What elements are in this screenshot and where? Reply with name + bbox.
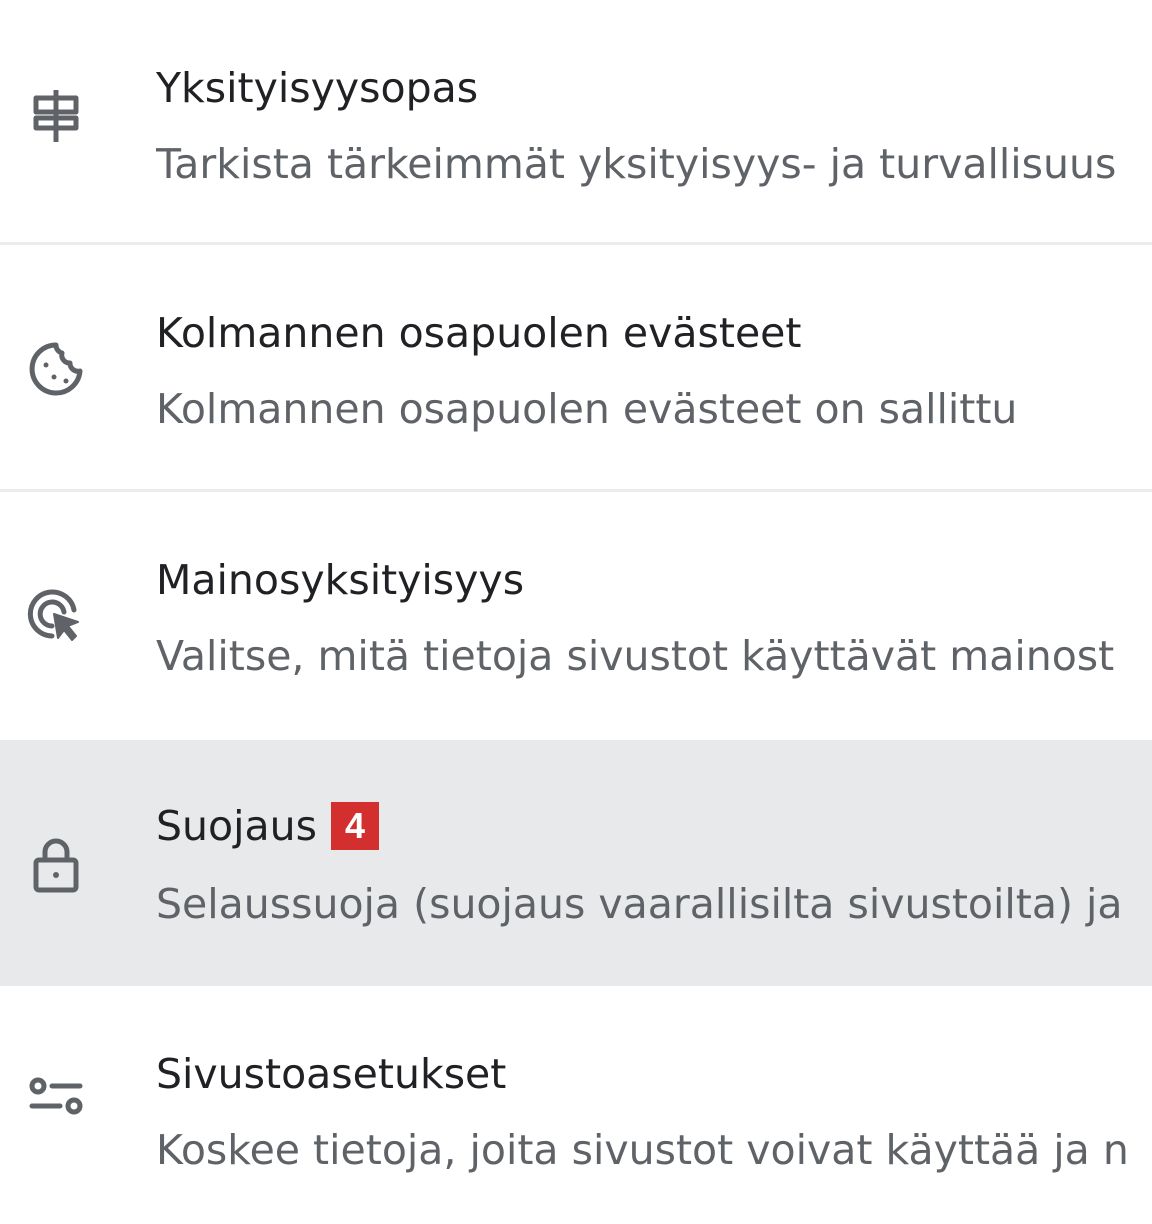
privacy-guide-item[interactable]: Yksityisyysopas Tarkista tärkeimmät yksi… (0, 0, 1152, 244)
site-settings-item[interactable]: Sivustoasetukset Koskee tietoja, joita s… (0, 986, 1152, 1224)
step-badge: 4 (330, 802, 379, 850)
cookie-icon (24, 337, 88, 401)
security-subtitle: Selaussuoja (suojaus vaarallisilta sivus… (156, 880, 1123, 928)
ad-privacy-subtitle: Valitse, mitä tietoja sivustot käyttävät… (156, 632, 1115, 680)
third-party-cookies-subtitle: Kolmannen osapuolen evästeet on sallittu (156, 385, 1018, 433)
ad-target-icon (24, 584, 88, 648)
site-settings-subtitle: Koskee tietoja, joita sivustot voivat kä… (156, 1126, 1129, 1174)
third-party-cookies-title: Kolmannen osapuolen evästeet (156, 309, 802, 357)
ad-privacy-title: Mainosyksityisyys (156, 556, 525, 604)
security-title: Suojaus (156, 802, 317, 850)
security-title-row: Suojaus 4 (156, 800, 379, 852)
third-party-cookies-item[interactable]: Kolmannen osapuolen evästeet Kolmannen o… (0, 245, 1152, 489)
privacy-guide-title: Yksityisyysopas (156, 64, 479, 112)
lock-icon (24, 832, 88, 896)
privacy-settings-list: Yksityisyysopas Tarkista tärkeimmät yksi… (0, 0, 1152, 1224)
signpost-icon (24, 84, 88, 148)
ad-privacy-item[interactable]: Mainosyksityisyys Valitse, mitä tietoja … (0, 492, 1152, 736)
site-settings-title: Sivustoasetukset (156, 1050, 507, 1098)
privacy-guide-subtitle: Tarkista tärkeimmät yksityisyys- ja turv… (156, 140, 1117, 188)
security-item[interactable]: Suojaus 4 Selaussuoja (suojaus vaarallis… (0, 740, 1152, 986)
site-settings-icon (24, 1064, 88, 1128)
